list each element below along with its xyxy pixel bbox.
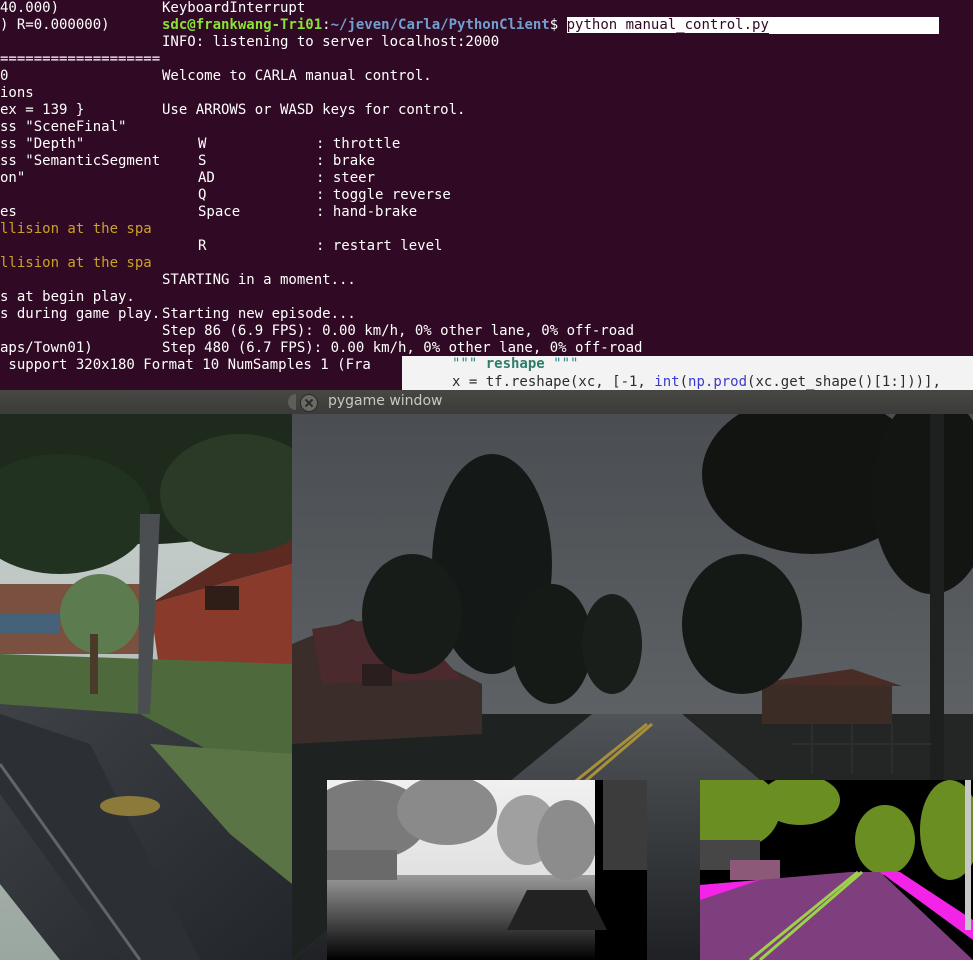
terminal-line: ss "SceneFinal"	[0, 119, 127, 135]
pygame-titlebar[interactable]: pygame window	[0, 390, 973, 415]
step-line-2: Step 480 (6.7 FPS): 0.00 km/h, 0% other …	[162, 340, 643, 356]
control-action: toggle reverse	[332, 187, 451, 203]
control-row: W: throttle	[198, 136, 401, 152]
semantic-segmentation-view[interactable]	[700, 780, 973, 960]
third-person-game-view[interactable]	[0, 414, 292, 960]
terminal-line: ss "SemanticSegment	[0, 153, 161, 169]
depth-camera-view[interactable]	[327, 780, 647, 960]
minimize-icon[interactable]	[288, 394, 296, 410]
command-text[interactable]: python manual_control.py	[566, 17, 769, 33]
terminal-line: ) R=0.000000)	[0, 17, 110, 33]
terminal-line: aps/Town01)	[0, 340, 93, 356]
control-key: W	[198, 136, 207, 152]
control-action: brake	[332, 153, 376, 169]
info-line: INFO: listening to server localhost:2000	[162, 34, 500, 50]
keyboard-interrupt-line: KeyboardInterrupt	[162, 0, 306, 16]
control-row: Q: toggle reverse	[198, 187, 451, 203]
terminal-line: on"	[0, 170, 26, 186]
terminal-line: ex = 139 }	[0, 102, 85, 118]
window-title: pygame window	[328, 393, 443, 409]
control-key: AD	[198, 170, 215, 186]
control-action: hand-brake	[332, 204, 418, 220]
new-episode-line: Starting new episode...	[162, 306, 356, 322]
control-key: Space	[198, 204, 241, 220]
control-row: Space: hand-brake	[198, 204, 418, 220]
terminal-line: es	[0, 204, 17, 220]
step-line-1: Step 86 (6.9 FPS): 0.00 km/h, 0% other l…	[162, 323, 635, 339]
control-key: S	[198, 153, 207, 169]
terminal-line: llision at the spa	[0, 255, 152, 271]
code-editor[interactable]: """ reshape """ x = tf.reshape(xc, [-1, …	[402, 356, 973, 392]
control-action: steer	[332, 170, 376, 186]
control-row: S: brake	[198, 153, 376, 169]
terminal-line: 40.000)	[0, 0, 60, 16]
control-action: throttle	[332, 136, 401, 152]
main-terminal[interactable]: KeyboardInterrupt sdc@frankwang-Tri01:~/…	[160, 0, 973, 356]
terminal-line: support 320x180 Format 10 NumSamples 1 (…	[0, 357, 371, 373]
terminal-line: 0	[0, 68, 9, 84]
terminal-line: ions	[0, 85, 34, 101]
code-line-reshape: x = tf.reshape(xc, [-1, int(np.prod(xc.g…	[452, 374, 941, 390]
prompt-user: sdc@frankwang-Tri01	[162, 17, 323, 33]
starting-line: STARTING in a moment...	[162, 272, 356, 288]
use-keys-line: Use ARROWS or WASD keys for control.	[162, 102, 466, 118]
code-line-docstring: """ reshape """	[452, 356, 579, 372]
prompt-line: sdc@frankwang-Tri01:~/jeven/Carla/Python…	[162, 17, 939, 34]
close-icon[interactable]	[300, 394, 318, 412]
terminal-line: s at begin play.	[0, 289, 135, 305]
restart-line: R: restart level	[198, 238, 443, 254]
terminal-line: llision at the spa	[0, 221, 152, 237]
terminal-line: ss "Depth"	[0, 136, 85, 152]
prompt-path: ~/jeven/Carla/PythonClient	[330, 17, 550, 33]
welcome-line: Welcome to CARLA manual control.	[162, 68, 432, 84]
terminal-line: s during game play.	[0, 306, 161, 322]
control-key: Q	[198, 187, 207, 203]
control-row: AD: steer	[198, 170, 376, 186]
